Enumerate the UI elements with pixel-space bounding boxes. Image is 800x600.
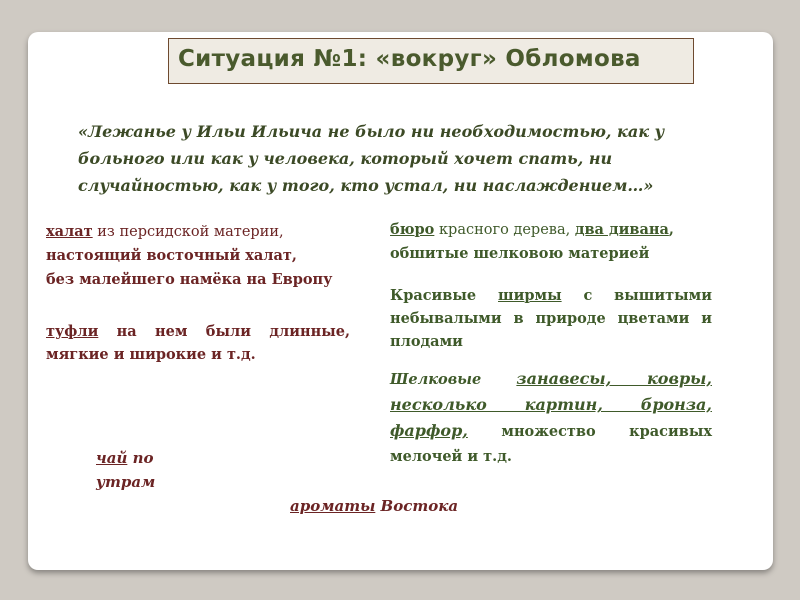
- slide-title: Ситуация №1: «вокруг» Обломова: [178, 46, 641, 72]
- aroma-block: ароматы Востока: [290, 494, 550, 518]
- obshitye-text: обшитые шелковою материей: [390, 245, 650, 262]
- tufli-word: туфли: [46, 323, 99, 340]
- tea-word: чай: [96, 449, 128, 467]
- tea-block: чай по утрам: [96, 446, 206, 494]
- tufli-block: туфли на нем были длинные, мягкие и широ…: [46, 320, 350, 366]
- buro-block: бюро красного дерева, два дивана, обшиты…: [390, 218, 720, 266]
- khalat-rest: из персидской материи,: [92, 224, 284, 240]
- aroma-rest: Востока: [375, 497, 459, 515]
- oblomov-quote: «Лежанье у Ильи Ильича не было ни необхо…: [78, 122, 665, 195]
- krasivye-text: Красивые: [390, 287, 499, 304]
- zanavesy-block: Шелковые занавесы, ковры, несколько карт…: [390, 366, 712, 469]
- khalat-word: халат: [46, 223, 93, 240]
- divany-rest: ,: [668, 221, 674, 238]
- shelkovye-text: Шелковые: [390, 371, 517, 388]
- khalat-line2: настоящий восточный халат,: [46, 247, 297, 264]
- khalat-line3: без малейшего намёка на Европу: [46, 271, 333, 288]
- shirmy-word: ширмы: [498, 287, 562, 304]
- aroma-word: ароматы: [290, 497, 376, 515]
- buro-rest: красного дерева,: [434, 222, 575, 238]
- shirmy-block: Красивые ширмы с вышитыми небывалыми в п…: [390, 284, 712, 353]
- khalat-block: халат из персидской материи, настоящий в…: [46, 220, 350, 292]
- dva-divana: два дивана: [574, 221, 669, 238]
- buro-word: бюро: [390, 221, 435, 238]
